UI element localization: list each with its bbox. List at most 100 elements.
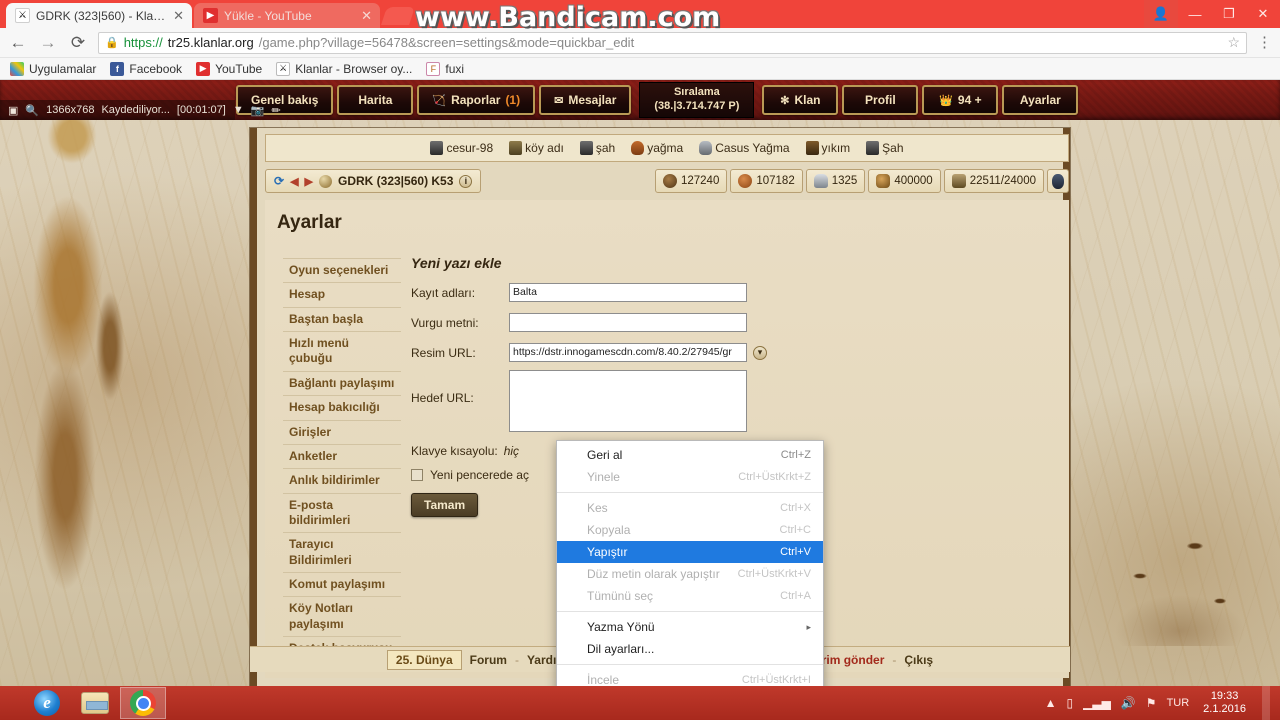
- youtube-icon: ▶: [203, 8, 218, 23]
- address-bar[interactable]: 🔒 https:// tr25.klanlar.org/game.php?vill…: [98, 31, 1247, 54]
- village-selector[interactable]: ⟳ ◀ ▶ GDRK (323|560) K53 i: [265, 169, 482, 193]
- ctx-separator: [557, 664, 823, 665]
- action-center-flag-icon[interactable]: ⚑: [1146, 696, 1157, 710]
- clock-time: 19:33: [1210, 689, 1239, 702]
- nav-ayarlar[interactable]: Ayarlar: [1002, 85, 1079, 115]
- nav-premium[interactable]: 👑 94 +: [922, 85, 999, 115]
- reload-icon[interactable]: ⟳: [68, 34, 88, 51]
- network-icon[interactable]: ▁▃▅: [1083, 696, 1111, 710]
- quickbar-item-casus-yagma[interactable]: Casus Yağma: [699, 141, 790, 155]
- chrome-icon: [130, 690, 156, 716]
- premium-coin-button[interactable]: [1047, 169, 1069, 193]
- show-hidden-icons-icon[interactable]: ▲: [1045, 696, 1057, 710]
- quickbar-item-sah[interactable]: şah: [579, 141, 615, 155]
- footer-link-cikis[interactable]: Çıkış: [904, 653, 933, 667]
- sidebar-item-hesap-bakiciligi[interactable]: Hesap bakıcılığı: [283, 396, 401, 421]
- bookmark-facebook[interactable]: f Facebook: [110, 61, 182, 76]
- camera-icon[interactable]: 📷: [251, 104, 265, 117]
- quickbar-item-yagma[interactable]: yağma: [631, 141, 683, 155]
- resim-url-input[interactable]: https://dstr.innogamescdn.com/8.40.2/279…: [509, 343, 747, 362]
- minimize-button[interactable]: —: [1178, 0, 1212, 28]
- search-icon[interactable]: 🔍: [25, 104, 39, 117]
- quickbar-item-yikim[interactable]: yıkım: [805, 141, 851, 155]
- quickbar-item-sah-2[interactable]: Şah: [866, 141, 904, 155]
- close-window-button[interactable]: ✕: [1246, 0, 1280, 28]
- language-indicator[interactable]: TUR: [1167, 697, 1190, 709]
- ctx-item-dil-ayarlari[interactable]: Dil ayarları...: [557, 638, 823, 660]
- sidebar-item-girisler[interactable]: Girişler: [283, 421, 401, 445]
- ranking-panel[interactable]: Sıralama (38.|3.714.747 P): [639, 82, 755, 118]
- sidebar-item-baglanti-paylasimi[interactable]: Bağlantı paylaşımı: [283, 372, 401, 397]
- ctx-label: Kopyala: [587, 523, 631, 537]
- nav-profil[interactable]: Profil: [842, 85, 919, 115]
- new-window-checkbox[interactable]: [411, 469, 423, 481]
- ctx-item-geri-al[interactable]: Geri al Ctrl+Z: [557, 444, 823, 466]
- sidebar-item-anlik-bildirimler[interactable]: Anlık bildirimler: [283, 469, 401, 494]
- taskbar-internet-explorer[interactable]: e: [24, 687, 70, 719]
- info-icon[interactable]: i: [459, 174, 473, 188]
- sidebar-item-hizli-menu-cubugu[interactable]: Hızlı menü çubuğu: [283, 332, 401, 372]
- ctx-item-yazma-yonu[interactable]: Yazma Yönü ▸: [557, 616, 823, 638]
- image-picker-icon[interactable]: ▾: [753, 345, 767, 360]
- chrome-browser-window: ⚔ GDRK (323|560) - Klanlar - ✕ ▶ Yükle -…: [0, 0, 1280, 686]
- taskbar-google-chrome[interactable]: [120, 687, 166, 719]
- kayit-adlari-input[interactable]: Balta: [509, 283, 747, 302]
- sidebar-item-komut-paylasimi[interactable]: Komut paylaşımı: [283, 573, 401, 598]
- clock[interactable]: 19:33 2.1.2016: [1199, 690, 1246, 716]
- taskbar-file-explorer[interactable]: [72, 687, 118, 719]
- birds-artwork: [1100, 456, 1260, 646]
- bookmark-uygulamalar[interactable]: Uygulamalar: [10, 61, 96, 76]
- sidebar-item-bastan-basla[interactable]: Baştan başla: [283, 308, 401, 333]
- maximize-button[interactable]: ❐: [1212, 0, 1246, 28]
- bookmark-youtube[interactable]: ▶ YouTube: [196, 61, 262, 76]
- submit-button[interactable]: Tamam: [411, 493, 479, 517]
- shortcut-value[interactable]: hiç: [504, 444, 519, 458]
- nav-label: Harita: [358, 93, 393, 107]
- pencil-icon[interactable]: ✏: [271, 104, 280, 117]
- ctx-item-yapistir[interactable]: Yapıştır Ctrl+V: [557, 541, 823, 563]
- footer-link-forum[interactable]: Forum: [470, 653, 507, 667]
- battery-icon[interactable]: ▯: [1067, 696, 1074, 710]
- hedef-url-textarea[interactable]: [509, 370, 747, 432]
- world-badge[interactable]: 25. Dünya: [386, 649, 462, 670]
- close-icon[interactable]: ✕: [173, 9, 184, 22]
- back-icon[interactable]: ←: [8, 34, 28, 51]
- prev-village-icon[interactable]: ◀: [290, 175, 298, 188]
- quickbar-item-koy-adi[interactable]: köy adı: [509, 141, 564, 155]
- quickbar-label: yıkım: [821, 141, 851, 155]
- village-icon: [509, 141, 523, 155]
- nav-mesajlar[interactable]: ✉ Mesajlar: [539, 85, 632, 115]
- sidebar-item-oyun-secenekleri[interactable]: Oyun seçenekleri: [283, 258, 401, 284]
- nav-raporlar[interactable]: 🏹 Raporlar (1): [417, 85, 536, 115]
- tab-youtube[interactable]: ▶ Yükle - YouTube ✕: [194, 3, 380, 28]
- browser-context-menu: Geri al Ctrl+Z Yinele Ctrl+ÜstKrkt+Z Kes…: [556, 440, 824, 686]
- nav-harita[interactable]: Harita: [337, 85, 414, 115]
- field-label: Hedef URL:: [411, 391, 474, 405]
- chrome-menu-icon[interactable]: ⋮: [1257, 35, 1272, 50]
- profile-avatar-icon[interactable]: 👤: [1144, 0, 1178, 28]
- forward-icon[interactable]: →: [38, 34, 58, 51]
- tab-klanlar[interactable]: ⚔ GDRK (323|560) - Klanlar - ✕: [6, 3, 192, 28]
- sidebar-item-eposta-bildirimleri[interactable]: E-posta bildirimleri: [283, 494, 401, 534]
- vurgu-metni-input[interactable]: [509, 313, 747, 332]
- bookmark-star-icon[interactable]: ☆: [1227, 34, 1240, 51]
- quickbar-item-cesur-98[interactable]: cesur-98: [430, 141, 493, 155]
- sidebar-item-koy-notlari-paylasimi[interactable]: Köy Notları paylaşımı: [283, 597, 401, 638]
- sidebar-item-tarayici-bildirimleri[interactable]: Tarayıcı Bildirimleri: [283, 533, 401, 574]
- fuxi-icon: F: [426, 61, 441, 76]
- window-target-icon[interactable]: ▣: [8, 104, 18, 117]
- bookmark-fuxi[interactable]: F fuxi: [426, 61, 464, 76]
- sidebar-item-anketler[interactable]: Anketler: [283, 445, 401, 470]
- volume-icon[interactable]: 🔊: [1121, 696, 1136, 710]
- show-desktop-button[interactable]: [1262, 686, 1270, 720]
- new-tab-button[interactable]: [381, 7, 415, 25]
- nav-klan[interactable]: ✻ Klan: [762, 85, 839, 115]
- chevron-down-icon[interactable]: ▼: [233, 104, 244, 116]
- refresh-icon[interactable]: ⟳: [274, 174, 284, 188]
- nav-label: Mesajlar: [568, 93, 617, 107]
- next-village-icon[interactable]: ▶: [305, 175, 313, 188]
- bookmark-klanlar[interactable]: ⚔ Klanlar - Browser oy...: [276, 61, 412, 76]
- sidebar-item-hesap[interactable]: Hesap: [283, 283, 401, 308]
- close-icon[interactable]: ✕: [361, 9, 372, 22]
- klanlar-icon: ⚔: [276, 61, 291, 76]
